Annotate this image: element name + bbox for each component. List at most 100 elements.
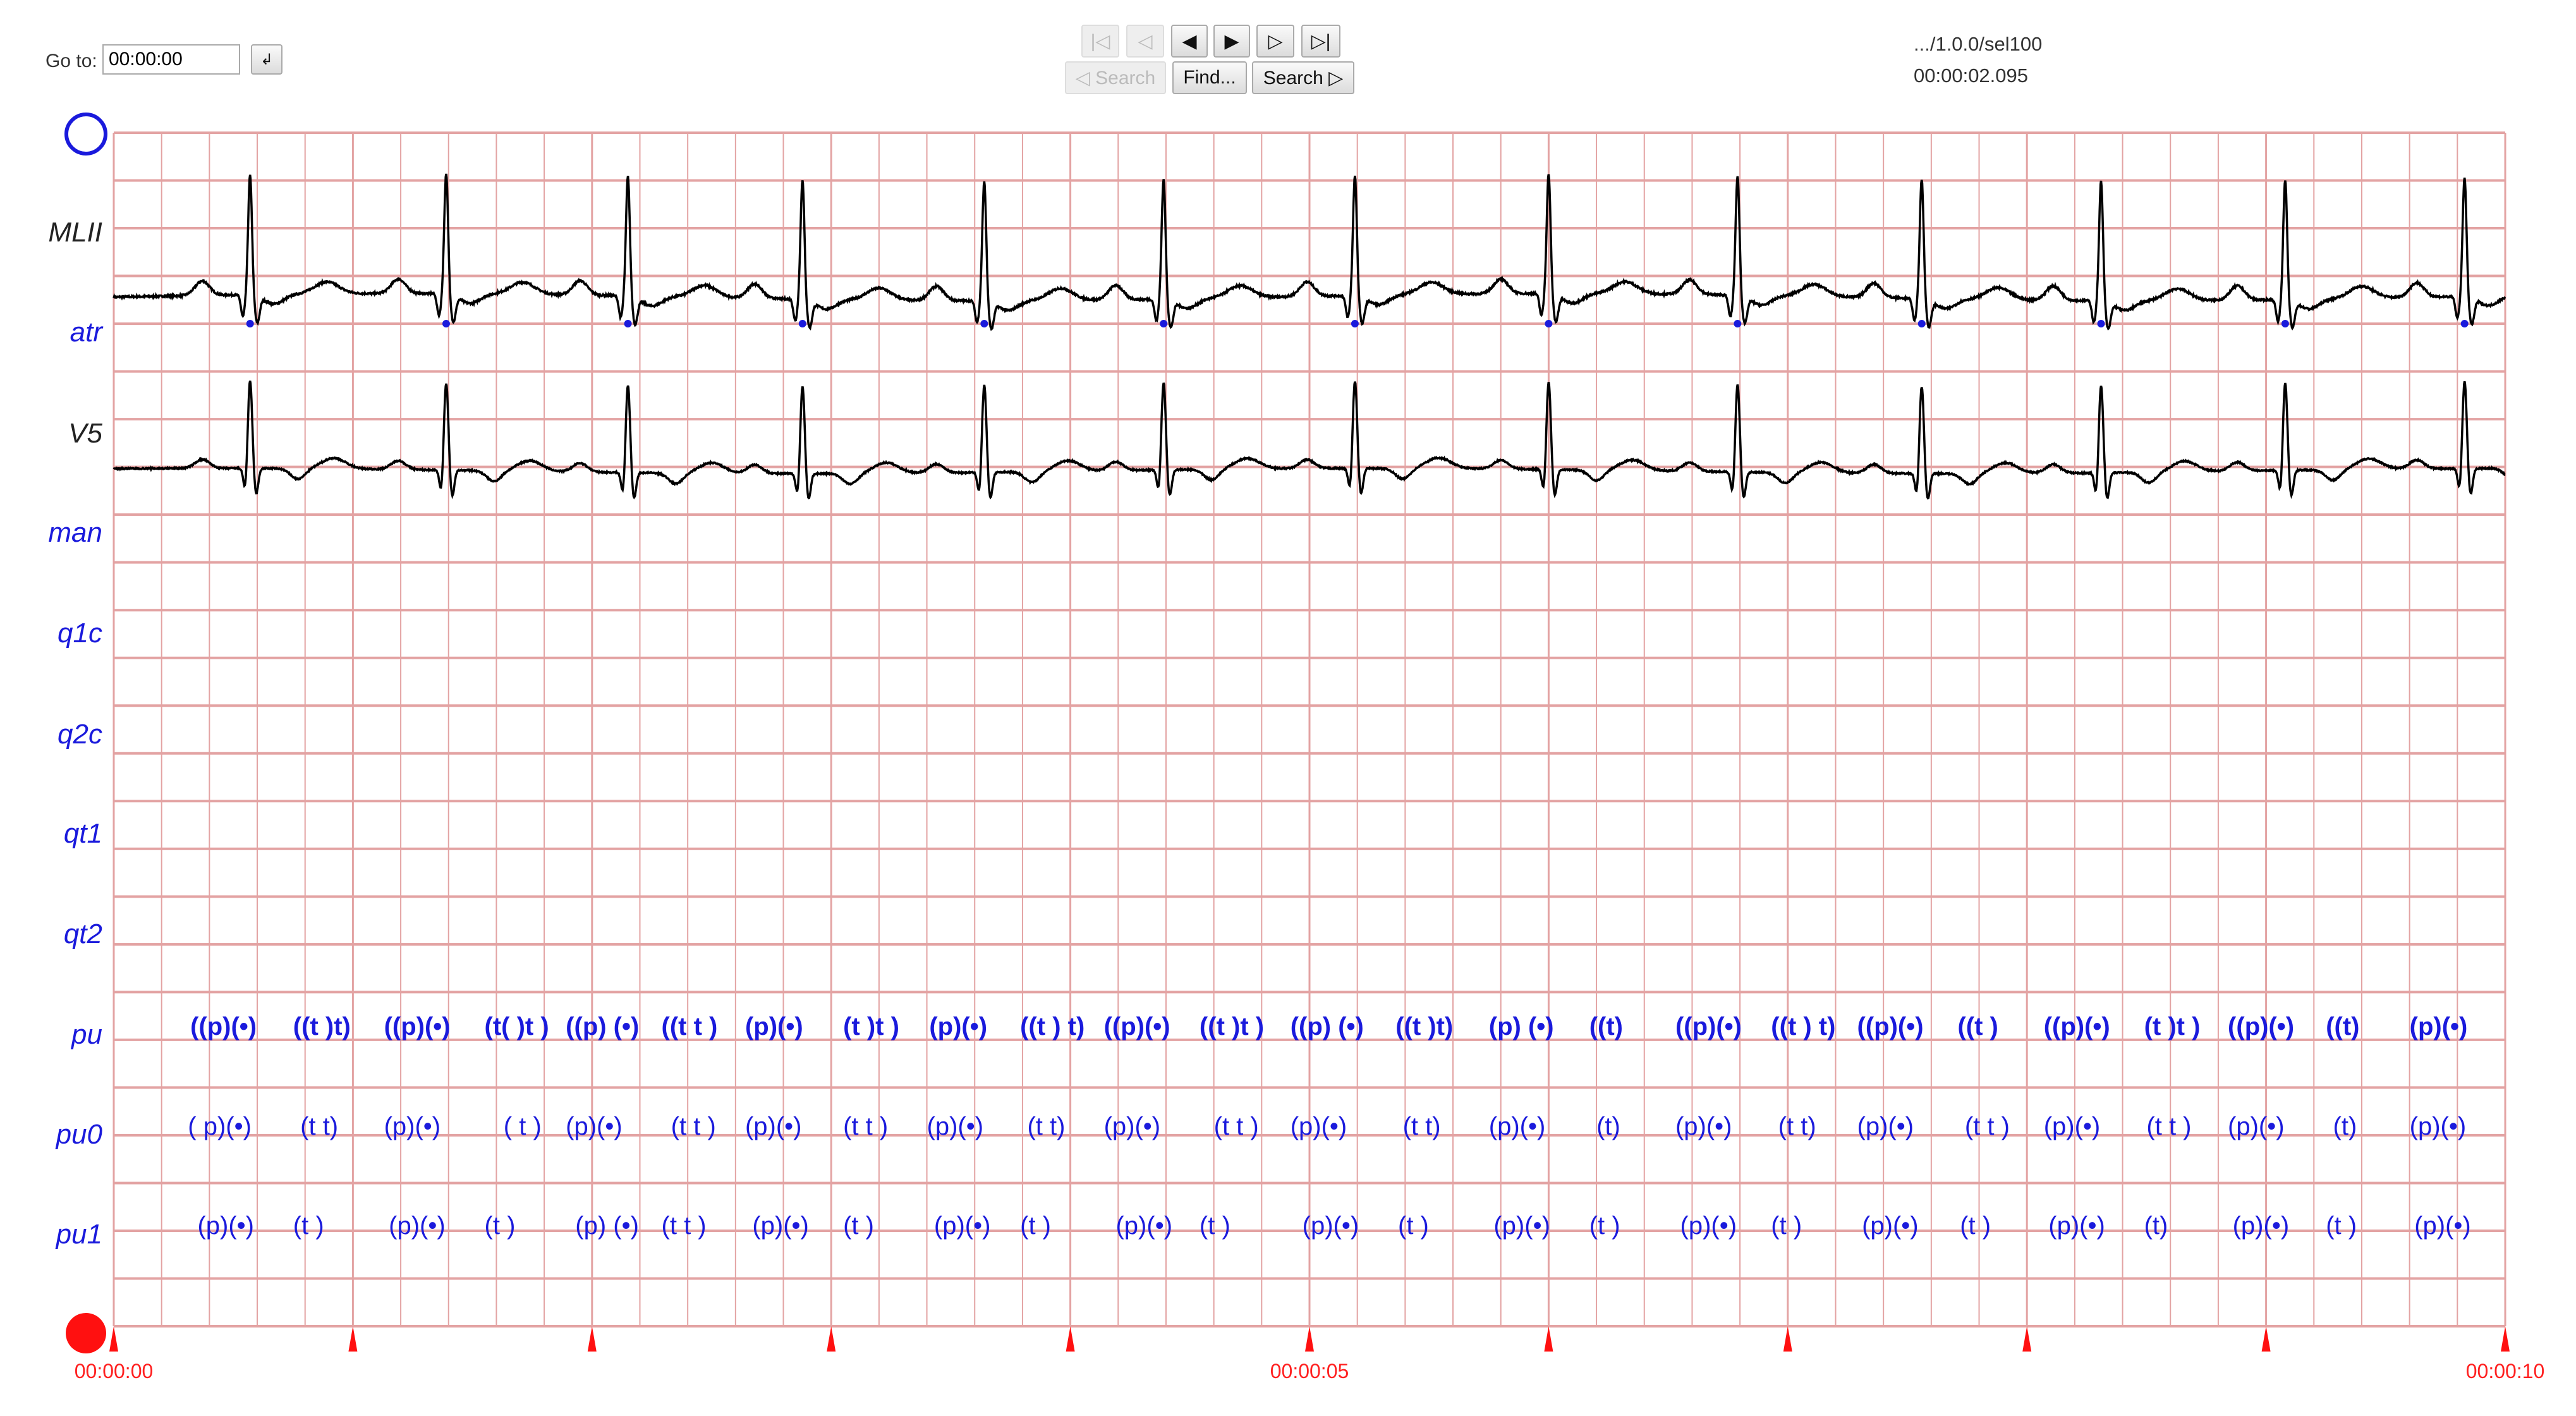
channel-label-atr[interactable]: atr [70,317,104,348]
annotation-pu: ((p)(•) [1104,1013,1170,1041]
annotation-pu: (p) (•) [1489,1013,1554,1041]
time-tick-marker [348,1326,358,1352]
time-tick-marker [1544,1326,1553,1352]
annotation-pu: ((t )t ) [1200,1013,1264,1041]
annotation-pu0: (p)(•) [1857,1113,1914,1140]
select-all-circle-icon[interactable] [64,113,107,156]
time-tick-marker [2022,1326,2032,1352]
annotation-pu0: ( t ) [504,1113,542,1140]
annotation-pu1: (p)(•) [2048,1212,2105,1240]
annotation-pu0: (t t ) [843,1113,888,1140]
annotation-pu1: (t ) [485,1212,516,1240]
annotation-pu0: (p)(•) [1675,1113,1732,1140]
annotation-pu: ((p) (•) [566,1013,639,1041]
time-axis: 00:00:00 00:00:05 00:00:10 [75,1326,2545,1382]
annotation-pu: ((p) (•) [1291,1013,1364,1041]
channel-label-pu0[interactable]: pu0 [55,1119,103,1150]
annotation-pu1: (t t ) [662,1212,707,1240]
annotation-pu0: (t) [1596,1113,1620,1140]
annotation-pu0: (p)(•) [566,1113,623,1140]
channel-label-pu1[interactable]: pu1 [55,1219,102,1250]
annotation-pu1: (t ) [1020,1212,1051,1240]
annotation-pu: (p)(•) [2410,1013,2468,1041]
annotation-pu1: (t ) [1771,1212,1802,1240]
atr-beat-marker [2097,320,2105,327]
annotation-pu: ((p)(•) [384,1013,451,1041]
annotation-pu0: (p)(•) [2410,1113,2467,1140]
annotation-pu0: (t t ) [671,1113,716,1140]
annotation-pu0: (t t ) [2146,1113,2191,1140]
annotation-pu: ((t )t) [1395,1013,1453,1041]
time-label-mid: 00:00:05 [1270,1360,1349,1382]
channel-label-pu[interactable]: pu [70,1019,102,1050]
annotation-pu0: (p)(•) [1489,1113,1546,1140]
annotation-pu1: (t ) [1589,1212,1620,1240]
annotation-pu1: (p)(•) [2414,1212,2471,1240]
time-tick-marker [1783,1326,1792,1352]
atr-beat-marker [798,320,806,327]
channel-label-V5[interactable]: V5 [68,418,102,449]
atr-beat-marker [980,320,988,327]
time-tick-marker [2501,1326,2510,1352]
annotation-pu1: (t ) [843,1212,874,1240]
annotation-pu1: (p)(•) [752,1212,809,1240]
annotation-pu: ((p)(•) [1857,1013,1924,1041]
time-tick-marker [827,1326,836,1352]
annotation-pu1: (p)(•) [1493,1212,1550,1240]
channel-label-q2c[interactable]: q2c [58,719,102,750]
annotation-pu1: (t ) [293,1212,324,1240]
time-tick-marker [2261,1326,2271,1352]
channel-label-qt1[interactable]: qt1 [64,818,102,849]
annotation-pu1: (t ) [1398,1212,1429,1240]
annotation-pu0: (p)(•) [1104,1113,1161,1140]
channel-label-qt2[interactable]: qt2 [64,919,102,949]
atr-beat-marker [2281,320,2289,327]
annotation-pu: (t( )t ) [485,1013,549,1041]
signal-viewer[interactable]: MLII atr V5 man q1c q2c qt1 qt2 pu pu0 p… [0,0,2576,1416]
atr-beat-marker [624,320,632,327]
time-tick-marker [1066,1326,1075,1352]
annotation-pu0: (p)(•) [2044,1113,2101,1140]
annotation-pu: (p)(•) [745,1013,803,1041]
annotation-pu1: (p)(•) [389,1212,446,1240]
annotation-pu1: (t ) [2326,1212,2357,1240]
annotation-pu0: (t t) [1027,1113,1065,1140]
annotation-pu: ((t ) [1957,1013,1998,1041]
annotation-pu1: (p) (•) [575,1212,639,1240]
annotation-pu1: (p)(•) [1303,1212,1359,1240]
annotation-pu0: (t t) [300,1113,338,1140]
annotation-pu0: (p)(•) [745,1113,802,1140]
record-dot-icon[interactable] [66,1313,106,1353]
annotation-pu: ((t t ) [662,1013,718,1041]
annotation-pu0: (t t ) [1965,1113,2010,1140]
channel-label-MLII[interactable]: MLII [48,217,102,248]
atr-beat-marker [246,320,254,327]
annotation-pu1: (p)(•) [197,1212,254,1240]
annotation-pu1: (p)(•) [2233,1212,2290,1240]
atr-beat-marker [1917,320,1926,327]
annotation-pu1: (t ) [1960,1212,1991,1240]
annotation-pu0: (p)(•) [384,1113,441,1140]
annotation-pu: ((p)(•) [1675,1013,1742,1041]
channel-label-man[interactable]: man [48,517,102,548]
annotation-pu: ((t )t) [293,1013,351,1041]
time-tick-marker [109,1326,118,1352]
atr-beat-marker [1734,320,1742,327]
annotation-pu0: (t t) [1403,1113,1441,1140]
annotation-pu: ((t) [2326,1013,2359,1041]
time-label-end: 00:00:10 [2466,1360,2545,1382]
annotation-rows: ((p)(•) ((t )t) ((p)(•) (t( )t ) ((p) (•) ((t… [188,1013,2470,1240]
annotation-pu0: (p)(•) [1291,1113,1347,1140]
annotation-pu: (p)(•) [929,1013,987,1041]
annotation-pu1: (p)(•) [934,1212,991,1240]
atr-beat-marker [1545,320,1553,327]
annotation-pu: ((t) [1589,1013,1623,1041]
annotation-pu0: (t) [2333,1113,2357,1140]
channel-label-q1c[interactable]: q1c [58,618,102,649]
annotation-pu1: (t) [2144,1212,2168,1240]
annotation-pu0: (t t) [1778,1113,1816,1140]
annotation-pu0: (t t ) [1214,1113,1259,1140]
annotation-pu1: (t ) [1200,1212,1230,1240]
annotation-pu0: (p)(•) [2228,1113,2285,1140]
atr-beat-marker [1351,320,1359,327]
